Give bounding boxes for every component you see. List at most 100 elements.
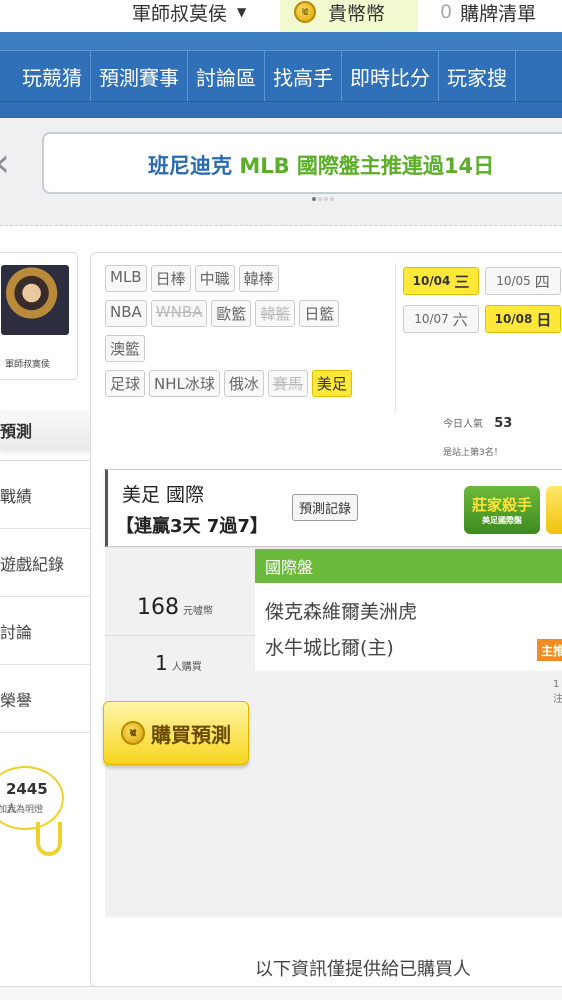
badge-title: 莊家殺手: [471, 496, 532, 514]
filter-tag[interactable]: 足球: [105, 370, 146, 397]
filter-tag[interactable]: 中職: [194, 265, 235, 292]
filter-row: 足球 NHL冰球 俄冰 賽馬 美足: [105, 370, 395, 397]
nav-item-experts[interactable]: 找高手: [265, 51, 342, 101]
fans-count-value: 2445: [6, 780, 48, 798]
date-row: 10/04 三 10/05 四: [403, 267, 562, 295]
cart-count: 0: [440, 1, 453, 23]
bookie-killer-badge: 莊家殺手 美足國際盤: [464, 486, 540, 534]
date-picker: 10/04 三 10/05 四 10/07 六 10/08 日: [403, 267, 562, 343]
filter-tag[interactable]: NBA: [105, 300, 147, 327]
carousel-dot[interactable]: [312, 197, 316, 201]
sidebar-item-game-log[interactable]: 遊戲紀錄: [0, 529, 92, 597]
banner-claim: 國際盤主推連過14日: [296, 154, 495, 178]
follow-bulb[interactable]: 2445 人 加我為明燈: [0, 766, 64, 830]
nav-item-forum[interactable]: 討論區: [188, 51, 265, 101]
sidebar-menu: 戰績 遊戲紀錄 討論 榮譽: [0, 460, 92, 733]
filter-tag[interactable]: 韓棒: [238, 265, 279, 292]
coin-icon: 噓: [121, 721, 145, 745]
chevron-left-icon[interactable]: ‹: [0, 140, 10, 186]
coins-label: 貴幣幣: [328, 2, 386, 25]
date-button[interactable]: 10/04 三: [403, 267, 479, 295]
carousel-dot[interactable]: [324, 197, 328, 201]
carousel-dot[interactable]: [318, 197, 322, 201]
home-team: 水牛城比爾(主): [265, 637, 394, 659]
market-header: 國際盤: [255, 549, 562, 583]
prediction-panel: MLB 日棒 中職 韓棒 NBA WNBA 歐籃 韓籃 日籃 澳籃 足球 NHL冰球 俄冰 賽馬 美足…: [90, 252, 562, 987]
filter-tag[interactable]: 賽馬: [267, 370, 308, 397]
date-day: 10/04: [412, 274, 451, 288]
filter-tag[interactable]: 日籃: [299, 300, 340, 327]
purchase-notice: 以下資訊僅提供給已購買人: [255, 959, 471, 980]
cart-label: 購牌清單: [460, 2, 537, 25]
user-menu[interactable]: 軍師叔莫侯 ▼: [132, 0, 246, 32]
filter-tag[interactable]: 美足: [311, 370, 352, 397]
fans-cta: 加我為明燈: [0, 805, 44, 815]
rank-text: 是站上第3名！: [443, 448, 503, 458]
cart-button[interactable]: 0 購牌清單: [426, 0, 562, 32]
top-bar: 軍師叔莫侯 ▼ 噓 貴幣幣 0 購牌清單: [0, 0, 562, 32]
banner-expert: 班尼迪克: [148, 154, 232, 178]
date-day: 10/07: [414, 312, 449, 326]
nav-item-livescore[interactable]: 即時比分: [342, 51, 439, 101]
profile-card: 軍師叔寞侯: [0, 252, 78, 380]
nav-item-guess[interactable]: 玩競猜: [0, 51, 91, 101]
match-card: 國際盤 傑克森維爾美洲虎 水牛城比爾(主) 主推: [255, 549, 562, 671]
filter-tag[interactable]: 俄冰: [223, 370, 264, 397]
profile-name: 軍師叔寞侯: [5, 360, 51, 370]
banner-carousel: ‹ 班尼迪克 MLB 國際盤主推連過14日: [0, 118, 562, 226]
main-nav: 玩競猜 預測賽事 討論區 找高手 即時比分 玩家搜: [0, 32, 562, 118]
filter-tag[interactable]: 韓籃: [255, 300, 296, 327]
chevron-down-icon: ▼: [237, 5, 247, 19]
expert-info-bar: 美足 國際 【連贏3天 7過7】 預測記錄 莊家殺手 美足國際盤: [105, 469, 562, 547]
coins-button[interactable]: 噓 貴幣幣: [280, 0, 418, 32]
prediction-record-button[interactable]: 預測記錄: [292, 494, 359, 521]
filter-tag[interactable]: WNBA: [150, 300, 208, 327]
price-value: 168: [137, 595, 179, 620]
date-row: 10/07 六 10/08 日: [403, 305, 562, 333]
date-button[interactable]: 10/07 六: [403, 305, 479, 333]
buy-prediction-button[interactable]: 噓 購買預測: [103, 701, 249, 765]
filter-tag[interactable]: 歐籃: [211, 300, 252, 327]
avatar[interactable]: [1, 265, 69, 335]
main-pick-tag: 主推: [537, 639, 562, 661]
banner-headline: 班尼迪克 MLB 國際盤主推連過14日: [148, 150, 494, 180]
filter-tag[interactable]: 日棒: [150, 265, 191, 292]
buyers: 1 人購買: [155, 651, 202, 675]
badge-subtitle: 美足國際盤: [482, 516, 522, 525]
price-unit: 元噓幣: [183, 606, 213, 617]
filter-tag[interactable]: MLB: [105, 265, 147, 292]
filter-tag[interactable]: 澳籃: [105, 335, 146, 362]
date-button[interactable]: 10/08 日: [485, 305, 561, 333]
bet-count: 1 注: [553, 679, 562, 705]
coin-icon: 噓: [294, 1, 316, 23]
buyers-unit: 人購買: [171, 662, 202, 673]
popularity-label: 今日人氣: [443, 419, 483, 430]
filter-row: MLB 日棒 中職 韓棒: [105, 265, 395, 292]
sidebar-item-honors[interactable]: 榮譽: [0, 665, 92, 733]
bulb-icon: [36, 822, 62, 856]
filter-row: 澳籃: [105, 335, 395, 362]
buy-button-label: 購買預測: [151, 722, 231, 747]
carousel-dot[interactable]: [330, 197, 334, 201]
league-filter: MLB 日棒 中職 韓棒 NBA WNBA 歐籃 韓籃 日籃 澳籃 足球 NHL冰球 俄冰 賽馬 美足: [105, 265, 395, 405]
banner-slide[interactable]: 班尼迪克 MLB 國際盤主推連過14日: [42, 132, 562, 194]
nav-item-player-search[interactable]: 玩家搜: [439, 51, 516, 101]
carousel-dots: [312, 197, 334, 201]
date-day: 10/05: [496, 274, 531, 288]
date-weekday: 六: [452, 310, 468, 329]
sidebar-item-predict[interactable]: 預測: [0, 410, 92, 450]
nav-item-predict[interactable]: 預測賽事: [91, 51, 188, 101]
divider: [395, 263, 396, 411]
league-title: 美足 國際: [122, 484, 205, 506]
footer-edge: [0, 986, 562, 1000]
date-button[interactable]: 10/05 四: [485, 267, 561, 295]
away-team: 傑克森維爾美洲虎: [265, 601, 418, 623]
sidebar-item-discussion[interactable]: 討論: [0, 597, 92, 665]
filter-row: NBA WNBA 歐籃 韓籃 日籃: [105, 300, 395, 327]
medal-icon: [546, 486, 562, 534]
username: 軍師叔莫侯: [132, 2, 228, 25]
banner-league: MLB: [239, 154, 290, 178]
sidebar-item-record[interactable]: 戰績: [0, 461, 92, 529]
price: 168 元噓幣: [137, 595, 213, 620]
filter-tag[interactable]: NHL冰球: [149, 370, 220, 397]
